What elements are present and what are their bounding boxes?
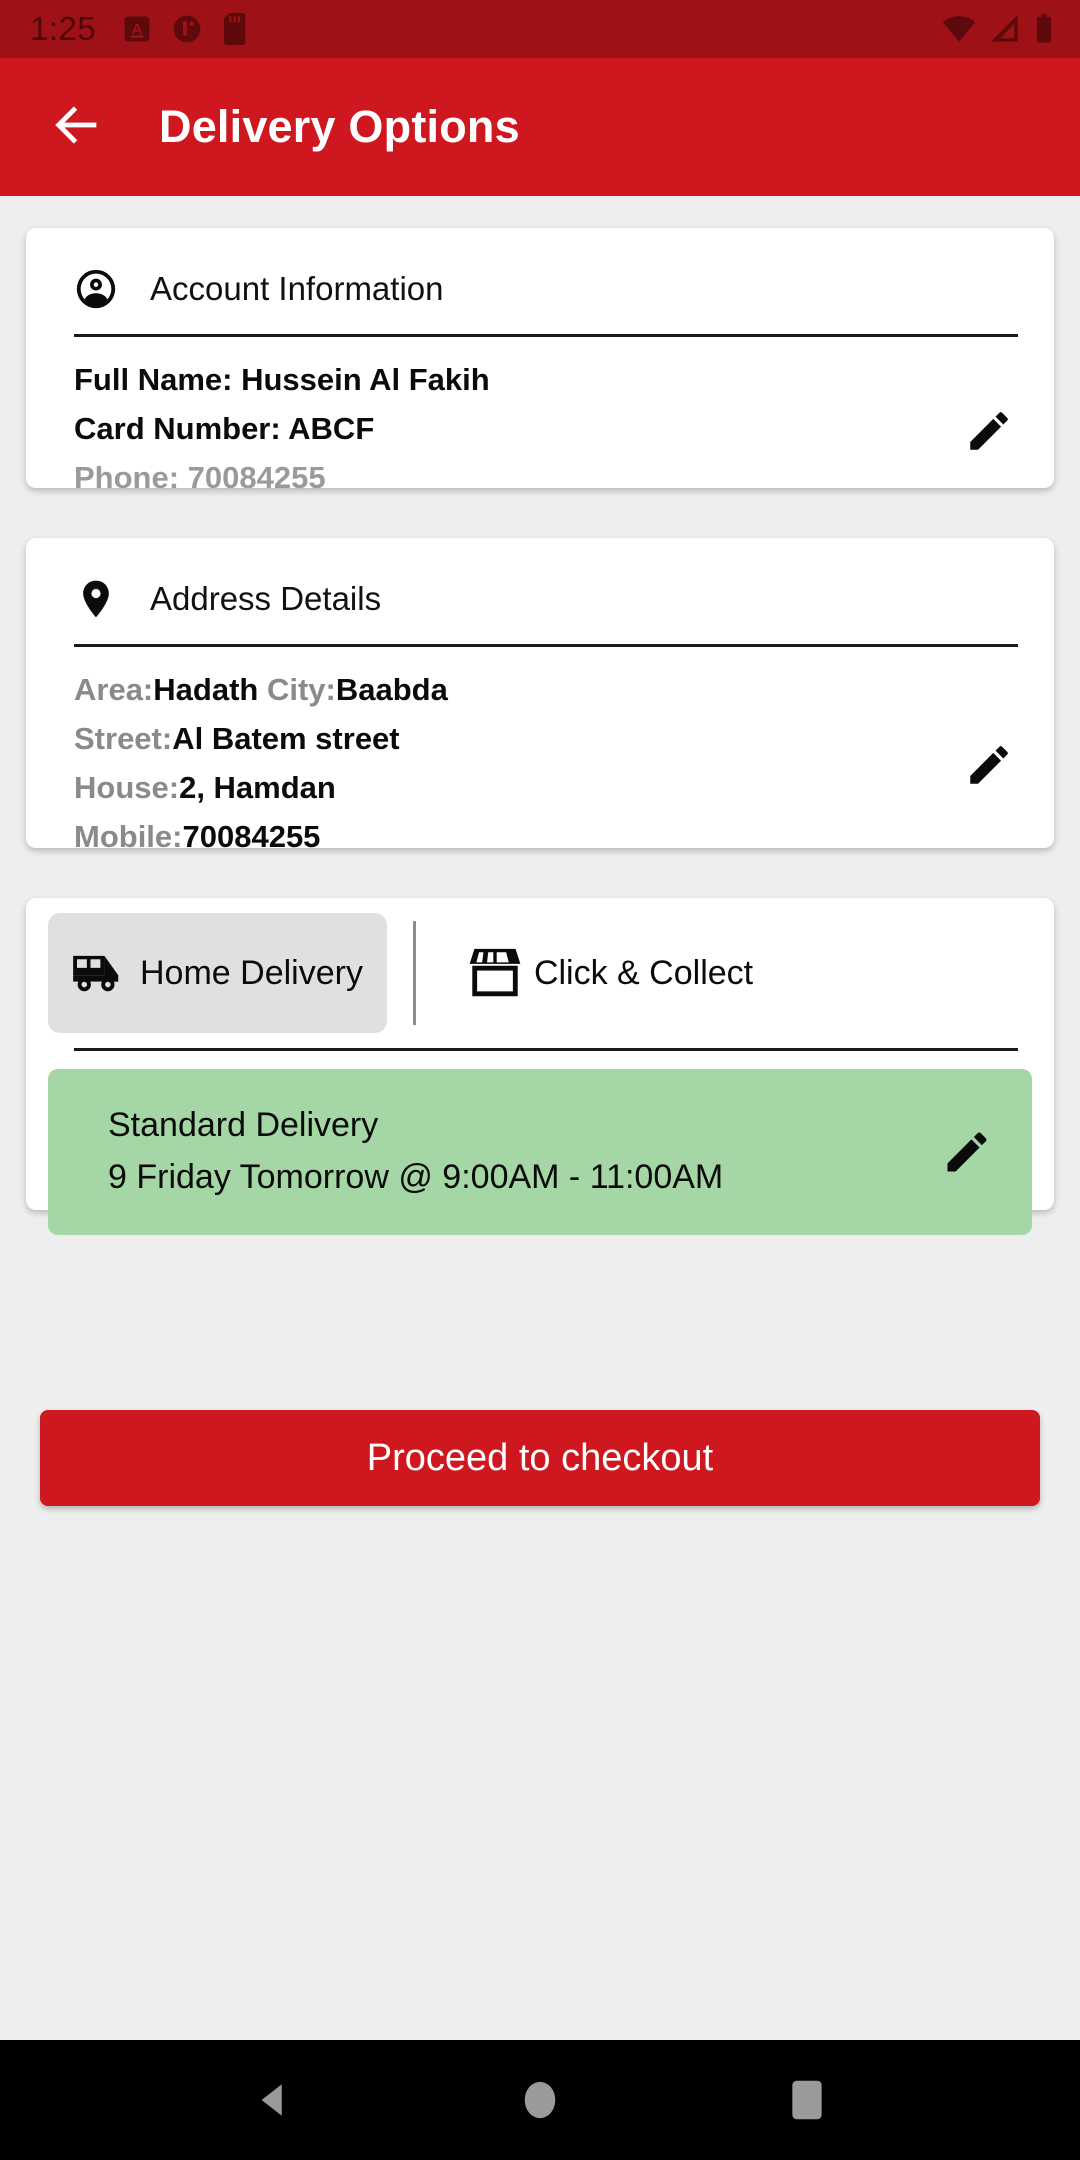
cellular-signal-icon (989, 15, 1021, 43)
delivery-tabs-divider (412, 921, 416, 1025)
delivery-method-tabs: Home Delivery Click & Collect (26, 898, 1054, 1048)
page-title: Delivery Options (159, 101, 520, 152)
address-row-house: House:2, Hamdan (74, 763, 934, 812)
nav-home-button[interactable] (485, 2045, 595, 2155)
address-details-card: Address Details Area:Hadath City:Baabda … (26, 538, 1054, 854)
status-time: 1:25 (30, 10, 97, 47)
nav-home-circle-icon (520, 2078, 560, 2122)
storefront-icon (464, 942, 526, 1004)
battery-icon (1034, 14, 1054, 44)
address-card-body: Area:Hadath City:Baabda Street:Al Batem … (26, 647, 1054, 883)
account-phone: Phone: 70084255 (74, 460, 326, 495)
android-nav-bar (0, 2040, 1080, 2160)
account-full-name: Full Name: Hussein Al Fakih (74, 362, 490, 397)
delivery-method-card: Home Delivery Click & Collect Standard D… (26, 898, 1054, 1235)
wifi-icon (942, 15, 976, 43)
app-bar: Delivery Options (0, 58, 1080, 196)
sd-card-icon (222, 13, 250, 45)
account-card-header: Account Information (26, 228, 1054, 320)
pencil-edit-icon (964, 406, 1014, 456)
tab-click-collect[interactable]: Click & Collect (442, 913, 777, 1033)
app-badge-circle-icon (171, 13, 203, 45)
pencil-edit-icon (964, 740, 1014, 790)
address-value-house: 2, Hamdan (179, 770, 336, 805)
back-button[interactable] (42, 92, 112, 162)
account-card-title: Account Information (150, 270, 444, 307)
account-card-number: Card Number: ABCF (74, 411, 375, 446)
account-information-card: Account Information Full Name: Hussein A… (26, 228, 1054, 495)
tab-home-delivery-label: Home Delivery (140, 953, 363, 992)
nav-back-triangle-icon (252, 2079, 294, 2121)
content-area: Account Information Full Name: Hussein A… (0, 196, 1080, 2040)
address-value-area: Hadath (153, 672, 267, 707)
nav-recents-square-icon (788, 2078, 826, 2122)
app-badge-a-icon: A (122, 14, 152, 44)
status-bar: 1:25 A (0, 0, 1080, 58)
address-label-house: House: (74, 770, 180, 805)
address-card-header: Address Details (26, 538, 1054, 630)
tab-click-collect-label: Click & Collect (533, 953, 754, 992)
proceed-to-checkout-label: Proceed to checkout (366, 1436, 714, 1479)
arrow-left-icon (48, 96, 106, 159)
address-label-mobile: Mobile: (74, 819, 183, 854)
delivery-slot-time: 9 Friday Tomorrow @ 9:00AM - 11:00AM (108, 1158, 724, 1196)
address-label-city: City: (266, 672, 336, 707)
address-row-area-city: Area:Hadath City:Baabda (74, 665, 934, 714)
address-card-title: Address Details (150, 580, 382, 617)
address-value-street: Al Batem street (172, 721, 400, 756)
delivery-method-divider (74, 1048, 1018, 1051)
address-row-mobile: Mobile:70084255 (74, 812, 934, 861)
edit-account-button[interactable] (960, 402, 1018, 460)
edit-delivery-slot-button[interactable] (938, 1123, 996, 1181)
account-circle-icon (72, 265, 120, 313)
address-value-mobile: 70084255 (182, 819, 321, 854)
address-label-street: Street: (74, 721, 173, 756)
nav-back-button[interactable] (218, 2045, 328, 2155)
delivery-slot[interactable]: Standard Delivery 9 Friday Tomorrow @ 9:… (48, 1069, 1032, 1235)
delivery-slot-title: Standard Delivery (108, 1106, 379, 1144)
phone-screen: 1:25 A Delivery Options Account Informat… (0, 0, 1080, 2160)
address-row-street: Street:Al Batem street (74, 714, 934, 763)
edit-address-button[interactable] (960, 736, 1018, 794)
location-pin-icon (72, 575, 120, 623)
address-label-area: Area: (74, 672, 154, 707)
delivery-van-icon (70, 942, 132, 1004)
status-notification-icons: A (122, 13, 250, 45)
address-value-city: Baabda (335, 672, 448, 707)
tab-home-delivery[interactable]: Home Delivery (48, 913, 387, 1033)
proceed-to-checkout-button[interactable]: Proceed to checkout (40, 1410, 1040, 1506)
account-card-body: Full Name: Hussein Al Fakih Card Number:… (26, 337, 1054, 524)
nav-recents-button[interactable] (752, 2045, 862, 2155)
pencil-edit-icon (941, 1126, 993, 1178)
status-system-icons (942, 14, 1054, 44)
